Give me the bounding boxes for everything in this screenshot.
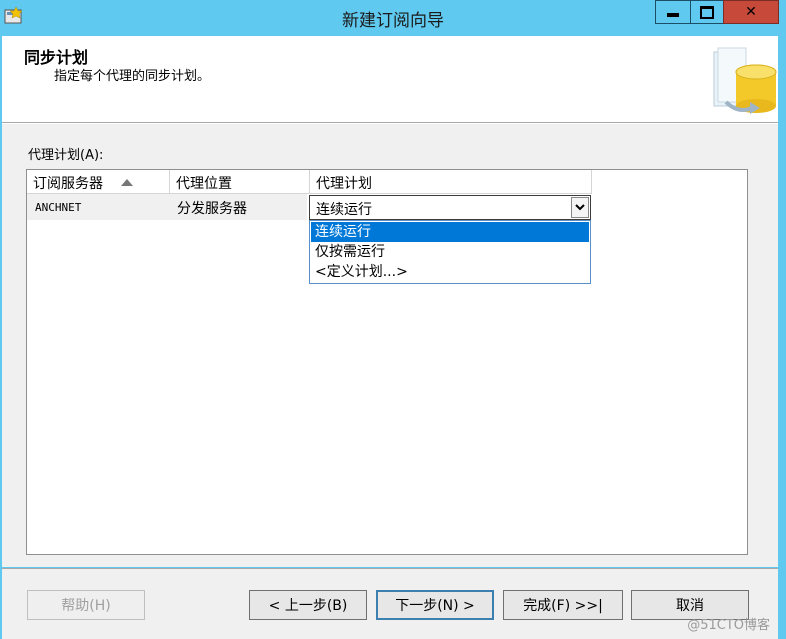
maximize-button[interactable]: [690, 0, 724, 24]
minimize-button[interactable]: [655, 0, 691, 24]
wizard-window: 新建订阅向导 ✕ 同步计划 指定每个代理的同步计划。 代理计划(A): 订阅服务…: [0, 0, 786, 639]
database-sync-icon: [713, 47, 777, 114]
column-header-subscriber[interactable]: 订阅服务器: [27, 170, 170, 194]
sort-ascending-icon: [121, 179, 133, 186]
help-button[interactable]: 帮助(H): [27, 590, 145, 620]
close-icon: ✕: [745, 4, 757, 20]
column-header-agent-location[interactable]: 代理位置: [170, 170, 310, 194]
wizard-footer: 帮助(H) < 上一步(B) 下一步(N) > 完成(F) >>| 取消 @51…: [2, 568, 778, 639]
dropdown-option-on-demand[interactable]: 仅按需运行: [311, 242, 589, 262]
agent-schedule-dropdown-list: 连续运行 仅按需运行 <定义计划...>: [309, 220, 591, 284]
maximize-icon: [700, 5, 714, 19]
title-bar[interactable]: 新建订阅向导 ✕: [0, 0, 786, 34]
dropdown-option-continuous[interactable]: 连续运行: [311, 222, 589, 242]
subscriber-cell: ANCHNET: [35, 201, 82, 214]
close-button[interactable]: ✕: [723, 0, 779, 24]
back-button[interactable]: < 上一步(B): [249, 590, 367, 620]
dropdown-toggle-button[interactable]: [571, 197, 589, 218]
agent-schedule-label: 代理计划(A):: [28, 148, 104, 163]
chevron-down-icon: [575, 204, 585, 211]
next-button[interactable]: 下一步(N) >: [376, 590, 494, 620]
agent-schedule-combobox[interactable]: 连续运行: [309, 195, 591, 220]
column-header-agent-schedule[interactable]: 代理计划: [310, 170, 592, 194]
finish-button[interactable]: 完成(F) >>|: [503, 590, 623, 620]
minimize-icon: [667, 13, 679, 17]
agent-location-cell: 分发服务器: [177, 201, 247, 217]
wizard-content: 代理计划(A): 订阅服务器 代理位置 代理计划 ANCHNET 分发服务器 连…: [2, 123, 778, 567]
agent-schedule-grid[interactable]: 订阅服务器 代理位置 代理计划 ANCHNET 分发服务器 连续运行 连续运行 …: [26, 169, 748, 555]
watermark: @51CTO博客: [687, 618, 770, 633]
combobox-value: 连续运行: [316, 202, 372, 218]
page-subtitle: 指定每个代理的同步计划。: [54, 69, 211, 84]
wizard-header: 同步计划 指定每个代理的同步计划。: [2, 36, 778, 123]
dropdown-option-define-schedule[interactable]: <定义计划...>: [311, 262, 589, 282]
